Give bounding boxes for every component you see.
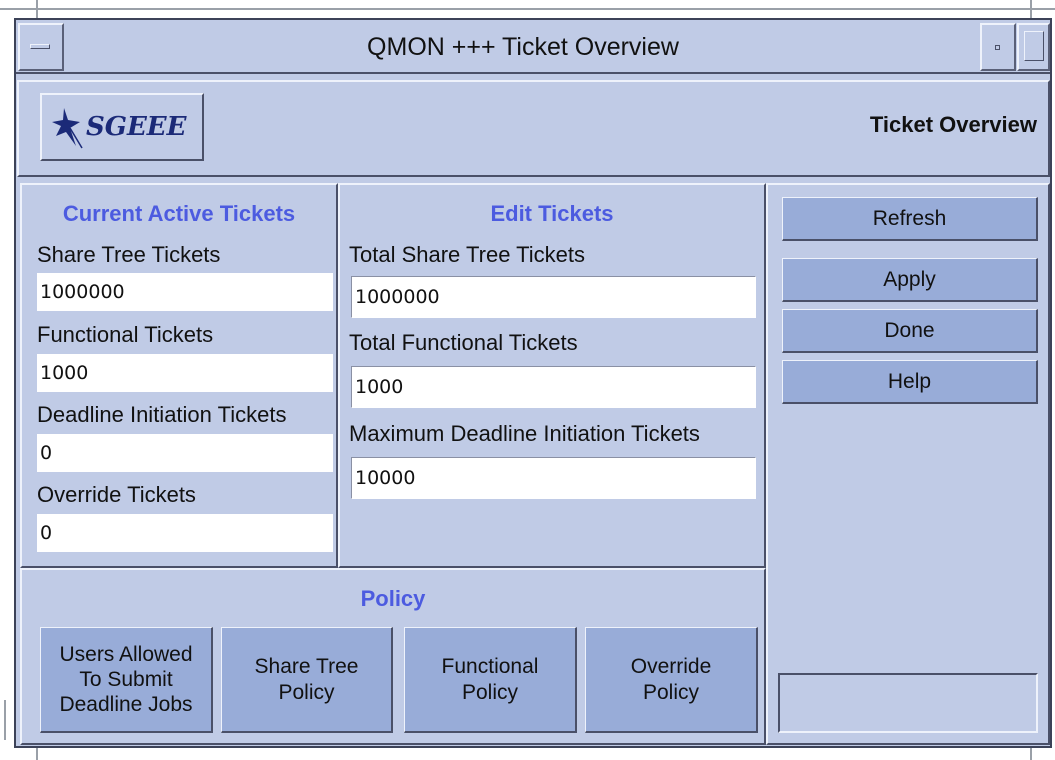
total-functional-tickets-label: Total Functional Tickets [349,330,578,355]
page-title: Ticket Overview [869,112,1037,137]
maximize-button[interactable] [1017,23,1050,71]
policy-title: Policy [360,586,426,611]
functional-tickets-label: Functional Tickets [37,322,214,347]
override-policy-button[interactable]: Override Policy [585,627,758,733]
backdrop-line [0,8,1055,10]
sgeee-logo: SGEEE [40,93,204,161]
current-active-title: Current Active Tickets [62,201,296,226]
functional-tickets-value: 1000 [37,354,333,392]
policy-panel: Policy Users Allowed To Submit Deadline … [20,568,766,745]
edit-tickets-title: Edit Tickets [490,201,614,226]
logo-text: SGEEE [86,112,187,142]
functional-policy-button[interactable]: Functional Policy [404,627,577,733]
help-button[interactable]: Help [782,360,1038,404]
minimize-button[interactable] [980,23,1016,71]
max-deadline-initiation-tickets-label: Maximum Deadline Initiation Tickets [349,421,700,446]
override-tickets-value: 0 [37,514,333,552]
window-menu-button[interactable] [18,23,64,71]
bird-logo-icon [50,106,84,150]
actions-panel: Refresh Apply Done Help [766,183,1050,745]
deadline-initiation-tickets-value: 0 [37,434,333,472]
header-panel: SGEEE Ticket Overview [17,80,1050,177]
users-allowed-deadline-jobs-button[interactable]: Users Allowed To Submit Deadline Jobs [40,627,213,733]
total-share-tree-tickets-label: Total Share Tree Tickets [349,242,585,267]
apply-button[interactable]: Apply [782,258,1038,302]
max-deadline-initiation-tickets-input[interactable]: 10000 [351,457,756,499]
deadline-initiation-tickets-label: Deadline Initiation Tickets [37,402,287,427]
override-tickets-label: Override Tickets [37,482,196,507]
total-share-tree-tickets-input[interactable]: 1000000 [351,276,756,318]
done-button[interactable]: Done [782,309,1038,353]
backdrop-line [4,700,6,740]
share-tree-policy-button[interactable]: Share Tree Policy [221,627,393,733]
window-menu-icon [30,44,50,49]
minimize-icon [995,45,1000,50]
current-active-panel: Current Active Tickets Share Tree Ticket… [20,183,338,568]
share-tree-tickets-label: Share Tree Tickets [37,242,221,267]
status-field [778,673,1038,733]
share-tree-tickets-value: 1000000 [37,273,333,311]
maximize-icon [1024,31,1044,61]
total-functional-tickets-input[interactable]: 1000 [351,366,756,408]
refresh-button[interactable]: Refresh [782,197,1038,241]
window-title: QMON +++ Ticket Overview [367,33,679,61]
edit-tickets-panel: Edit Tickets Total Share Tree Tickets 10… [338,183,766,568]
